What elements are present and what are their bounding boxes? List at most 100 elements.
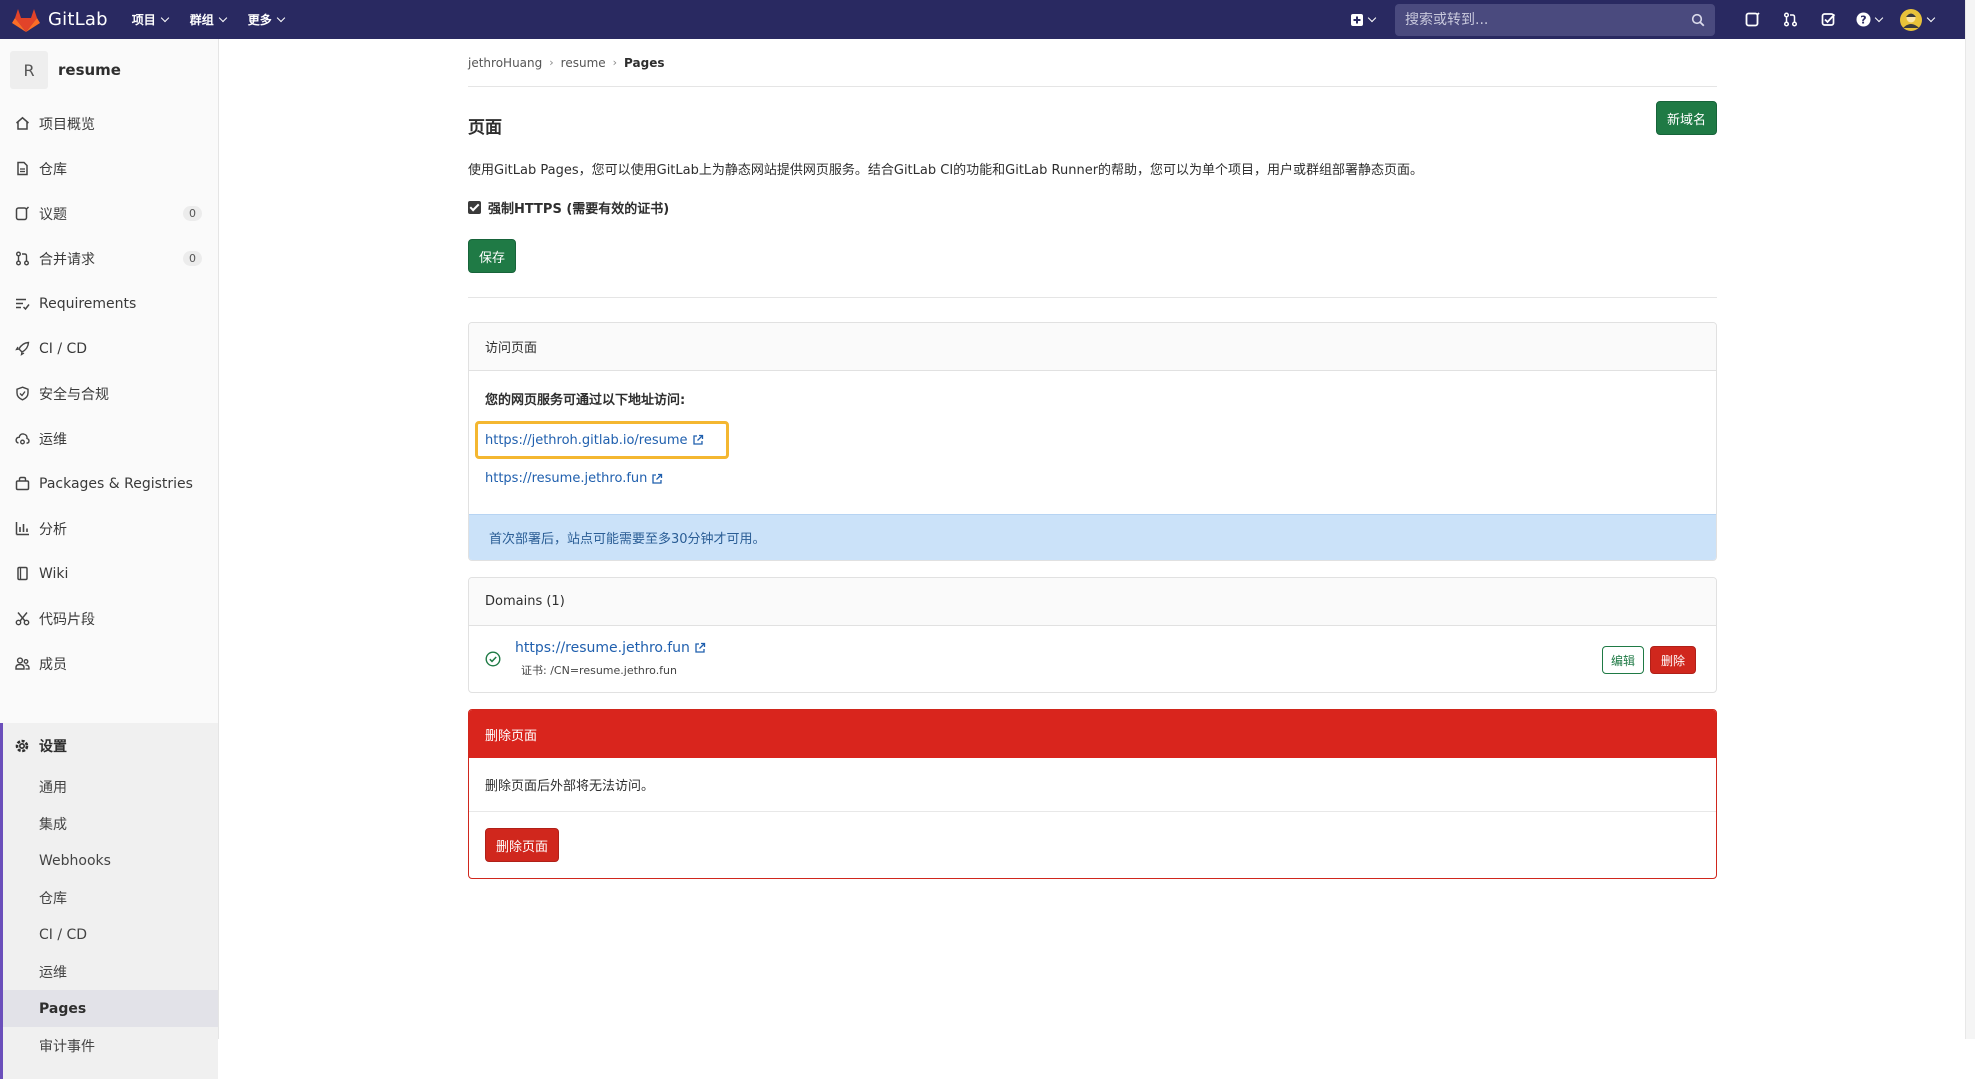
new-item-dropdown[interactable] xyxy=(1345,13,1379,27)
sidebar-item-packages[interactable]: Packages & Registries xyxy=(0,461,218,506)
settings-sub-operations[interactable]: 运维 xyxy=(3,953,218,990)
sidebar-item-label: 设置 xyxy=(39,738,67,755)
merge-requests-nav-button[interactable] xyxy=(1771,12,1809,27)
sidebar-item-label: 仓库 xyxy=(39,161,67,178)
remove-pages-button[interactable]: 删除页面 xyxy=(485,828,560,862)
issues-count-badge: 0 xyxy=(183,206,202,221)
sidebar-item-label: 代码片段 xyxy=(39,611,95,628)
svg-text:?: ? xyxy=(1860,14,1866,27)
sidebar-item-snippets[interactable]: 代码片段 xyxy=(0,596,218,641)
sidebar-item-overview[interactable]: 项目概览 xyxy=(0,101,218,146)
menu-groups[interactable]: 群组 xyxy=(190,11,227,28)
breadcrumb-owner[interactable]: jethroHuang xyxy=(468,56,542,70)
user-menu-dropdown[interactable] xyxy=(1891,8,1943,31)
domain-info: https://resume.jethro.fun 证书: /CN=resume… xyxy=(515,640,706,678)
sidebar-item-issues[interactable]: 议题 0 xyxy=(0,191,218,236)
force-https-option[interactable]: 强制HTTPS (需要有效的证书) xyxy=(468,198,1717,217)
issues-icon xyxy=(14,206,30,222)
pages-url-link-primary[interactable]: https://jethroh.gitlab.io/resume xyxy=(475,421,729,459)
merge-request-icon xyxy=(1783,12,1797,27)
issues-icon xyxy=(1745,12,1760,27)
sidebar-item-merge-requests[interactable]: 合并请求 0 xyxy=(0,236,218,281)
sidebar-item-analytics[interactable]: 分析 xyxy=(0,506,218,551)
search-box[interactable] xyxy=(1395,3,1715,36)
domains-panel: Domains (1) https://resume.jethro.fun 证书… xyxy=(468,577,1717,693)
pages-url-link-custom[interactable]: https://resume.jethro.fun xyxy=(485,471,1700,486)
sidebar-item-members[interactable]: 成员 xyxy=(0,641,218,686)
breadcrumb-current[interactable]: Pages xyxy=(624,56,664,70)
sidebar-item-label: CI / CD xyxy=(39,340,88,357)
remove-pages-description: 删除页面后外部将无法访问。 xyxy=(469,758,1716,812)
check-circle-icon xyxy=(485,651,501,667)
todos-nav-button[interactable] xyxy=(1809,12,1847,27)
top-navbar: GitLab 项目 群组 更多 搜索或转到... ? xyxy=(0,0,1965,39)
sidebar-item-operations[interactable]: 运维 xyxy=(0,416,218,461)
section-divider xyxy=(468,297,1717,298)
todo-icon xyxy=(1821,13,1835,26)
deploy-notice: 首次部署后，站点可能需要至多30分钟才可用。 xyxy=(469,514,1716,560)
package-icon xyxy=(14,476,30,492)
issues-nav-button[interactable] xyxy=(1733,12,1771,27)
merge-request-icon xyxy=(14,251,30,267)
pages-intro-text: 使用GitLab Pages，您可以使用GitLab上为静态网站提供网页服务。结… xyxy=(468,163,1424,178)
settings-sub-webhooks[interactable]: Webhooks xyxy=(3,842,218,879)
brand-name: GitLab xyxy=(48,9,108,30)
sidebar-item-cicd[interactable]: CI / CD xyxy=(0,326,218,371)
settings-sub-general[interactable]: 通用 xyxy=(3,768,218,805)
save-button[interactable]: 保存 xyxy=(468,239,517,273)
top-right-tools: ? xyxy=(1345,0,1965,39)
sidebar-item-repository[interactable]: 仓库 xyxy=(0,146,218,191)
settings-sub-pages[interactable]: Pages xyxy=(3,990,218,1027)
breadcrumb-separator-icon: › xyxy=(549,56,554,69)
plus-square-icon xyxy=(1350,13,1363,26)
menu-projects[interactable]: 项目 xyxy=(132,11,169,28)
new-domain-button[interactable]: 新域名 xyxy=(1655,101,1717,135)
help-dropdown[interactable]: ? xyxy=(1847,12,1891,27)
shield-icon xyxy=(14,386,30,402)
sidebar-item-label: 分析 xyxy=(39,521,67,538)
users-icon xyxy=(14,656,30,672)
domain-link[interactable]: https://resume.jethro.fun xyxy=(515,640,706,656)
search-input[interactable] xyxy=(1405,11,1691,28)
sidebar-item-settings[interactable]: 设置 xyxy=(3,723,218,768)
sidebar-item-label: 运维 xyxy=(39,431,67,448)
force-https-checkbox[interactable] xyxy=(468,201,481,214)
gitlab-logo[interactable]: GitLab xyxy=(12,0,108,39)
breadcrumb-project[interactable]: resume xyxy=(561,56,606,70)
page-header: 页面 新域名 xyxy=(468,87,1717,157)
settings-sub-cicd[interactable]: CI / CD xyxy=(3,916,218,953)
domain-actions: 编辑 删除 xyxy=(1601,646,1696,674)
page-scrollbar[interactable] xyxy=(1965,0,1975,1039)
rocket-icon xyxy=(14,341,30,357)
sidebar-item-label: 成员 xyxy=(39,656,67,673)
remove-pages-header: 删除页面 xyxy=(469,710,1716,758)
remove-pages-panel: 删除页面 删除页面后外部将无法访问。 删除页面 xyxy=(468,709,1717,879)
force-https-label: 强制HTTPS (需要有效的证书) xyxy=(488,202,670,217)
domains-header: Domains (1) xyxy=(469,578,1716,626)
delete-domain-button[interactable]: 删除 xyxy=(1649,646,1696,674)
edit-domain-button[interactable]: 编辑 xyxy=(1601,646,1644,674)
sidebar-item-label: Requirements xyxy=(39,295,137,312)
settings-sub-audit-events[interactable]: 审计事件 xyxy=(3,1027,218,1064)
sidebar-item-wiki[interactable]: Wiki xyxy=(0,551,218,596)
settings-sub-integrations[interactable]: 集成 xyxy=(3,805,218,842)
sidebar-item-security[interactable]: 安全与合规 xyxy=(0,371,218,416)
search-icon[interactable] xyxy=(1691,13,1705,27)
document-icon xyxy=(14,161,30,177)
project-avatar: R xyxy=(10,51,48,89)
chevron-down-icon xyxy=(1874,13,1884,22)
scissors-icon xyxy=(14,611,30,627)
domain-url: https://resume.jethro.fun xyxy=(515,640,690,656)
pages-url-text: https://resume.jethro.fun xyxy=(485,471,648,486)
gitlab-fox-icon xyxy=(12,8,40,32)
sidebar-item-label: Wiki xyxy=(39,565,69,582)
requirements-icon xyxy=(14,296,30,312)
sidebar-project-header[interactable]: R resume xyxy=(0,39,218,101)
settings-sub-repository[interactable]: 仓库 xyxy=(3,879,218,916)
project-name: resume xyxy=(58,61,121,79)
access-pages-body: 您的网页服务可通过以下地址访问: https://jethroh.gitlab.… xyxy=(469,371,1716,502)
access-pages-header: 访问页面 xyxy=(469,323,1716,371)
sidebar-item-label: 项目概览 xyxy=(39,116,95,133)
menu-more[interactable]: 更多 xyxy=(248,11,285,28)
sidebar-item-requirements[interactable]: Requirements xyxy=(0,281,218,326)
